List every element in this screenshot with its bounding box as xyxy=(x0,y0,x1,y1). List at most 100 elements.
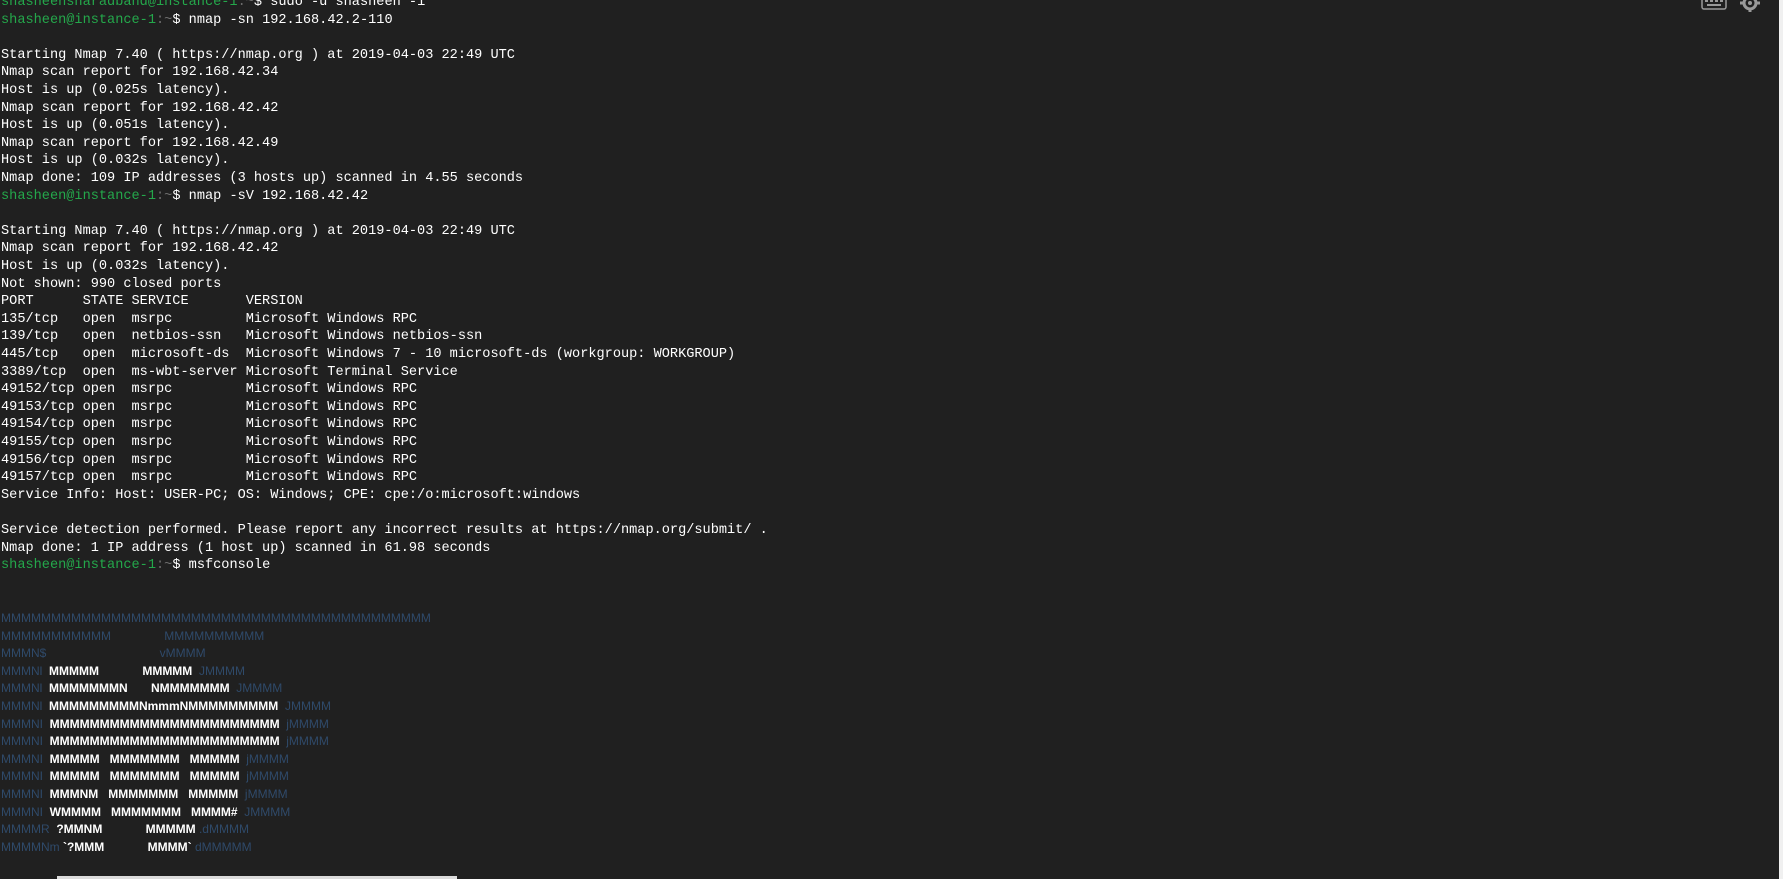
output-line: 139/tcp open netbios-ssn Microsoft Windo… xyxy=(1,329,483,345)
prompt-user-host: shasheen@instance-1 xyxy=(1,12,156,28)
banner-segment: dMMMMM xyxy=(191,839,252,854)
banner-segment: MMMMM MMMMM xyxy=(49,663,193,678)
output-line: 445/tcp open microsoft-ds Microsoft Wind… xyxy=(1,347,736,362)
banner-line: MMMN$ vMMMM xyxy=(1,645,206,663)
banner-line: MMMNl MMMMM MMMMM JMMMM xyxy=(1,663,245,681)
output-line: Nmap done: 109 IP addresses (3 hosts up)… xyxy=(1,171,524,186)
keyboard-icon[interactable] xyxy=(1701,0,1727,10)
banner-line: MMMMMMMMMMMMMMMMMMMMMMMMMMMMMMMMMMMMMMMM… xyxy=(1,610,431,628)
banner-line: MMMNI MMMMM MMMMMMM MMMMM jMMMM xyxy=(1,751,289,769)
banner-segment: jMMMM xyxy=(279,734,329,749)
output-line: 135/tcp open msrpc Microsoft Windows RPC xyxy=(1,311,418,327)
output-line: PORT STATE SERVICE VERSION xyxy=(1,294,303,310)
banner-segment: .dMMMM xyxy=(195,822,249,837)
prompt-path: :~ xyxy=(156,558,173,574)
banner-line: MMMMNm `?MMM MMMM` dMMMMM xyxy=(1,839,252,857)
output-line: Host is up (0.051s latency). xyxy=(1,118,230,134)
output-line: Starting Nmap 7.40 ( https://nmap.org ) … xyxy=(1,47,515,63)
output-line: 49153/tcp open msrpc Microsoft Windows R… xyxy=(1,399,418,415)
banner-segment: MMMMMMMMMMMMMMMMMMMMMMM xyxy=(49,734,280,749)
banner-segment: MMMMMMMMMMMMMMMMMMMMMMM xyxy=(49,716,280,731)
banner-line: MMMMMMMMMMM MMMMMMMMMM xyxy=(1,628,264,646)
command-text: nmap -sn 192.168.42.2-110 xyxy=(188,12,393,28)
banner-segment: JMMMM xyxy=(278,699,331,713)
banner-segment: MMMMMMMMMMMMMMMMMMMMMMMMMMMMMMMMMMMMMMMM… xyxy=(1,611,431,625)
prompt-user-host: shasheensharadband@instance-1 xyxy=(1,0,238,10)
banner-segment: JMMMM xyxy=(192,663,245,678)
banner-line: MMMNI MMMMM MMMMMMM MMMMM jMMMM xyxy=(1,768,289,786)
banner-segment: MMMNl xyxy=(1,663,49,678)
banner-line: MMMNl MMMMMMMMMNmmmNMMMMMMMMM JMMMM xyxy=(1,698,331,716)
gear-icon[interactable] xyxy=(1739,0,1761,14)
banner-segment: MMMMMMMMMMM MMMMMMMMMM xyxy=(1,628,265,643)
banner-line: MMMNl MMMMMMMN NMMMMMMM JMMMM xyxy=(1,680,282,698)
output-line: 49157/tcp open msrpc Microsoft Windows R… xyxy=(1,470,418,486)
banner-segment: MMMNI xyxy=(1,804,50,819)
banner-segment: MMMMR xyxy=(1,822,57,837)
banner-segment: MMMMM MMMMMMM MMMMM xyxy=(49,769,240,784)
prompt-user-host: shasheen@instance-1 xyxy=(1,188,156,204)
banner-segment: `?MMM MMMM` xyxy=(62,839,192,854)
command-text: msfconsole xyxy=(188,558,271,574)
output-line: Host is up (0.025s latency). xyxy=(1,83,230,98)
banner-segment: MMMNM MMMMMMM MMMMM xyxy=(49,787,239,801)
vertical-scrollbar[interactable] xyxy=(1779,0,1783,879)
banner-segment: MMMNI xyxy=(1,734,50,749)
output-line: Nmap scan report for 192.168.42.34 xyxy=(1,65,279,81)
prompt-line: shasheen@instance-1:~$ nmap -sV 192.168.… xyxy=(1,188,368,206)
output-line: Host is up (0.032s latency). xyxy=(1,259,230,274)
output-line: 49155/tcp open msrpc Microsoft Windows R… xyxy=(1,435,418,450)
banner-line: MMMNI WMMMM MMMMMMM MMMM# JMMMM xyxy=(1,804,290,822)
banner-segment: MMMMNm xyxy=(1,839,63,854)
prompt-path: :~ xyxy=(237,0,254,10)
terminal-window[interactable]: shasheensharadband@instance-1:~$ sudo -u… xyxy=(0,0,1779,879)
banner-segment: WMMMM MMMMMMM MMMM# xyxy=(49,804,238,819)
output-line: Nmap done: 1 IP address (1 host up) scan… xyxy=(1,540,491,556)
banner-line: MMMNI MMMNM MMMMMMM MMMMM jMMMM xyxy=(1,786,288,804)
prompt-symbol: $ xyxy=(172,12,189,28)
banner-segment: MMMMM MMMMMMM MMMMM xyxy=(49,751,240,766)
output-line: Not shown: 990 closed ports xyxy=(1,276,222,292)
prompt-user-host: shasheen@instance-1 xyxy=(1,558,156,574)
banner-segment: jMMMM xyxy=(239,769,289,784)
banner-segment: MMMMMMMMMNmmmNMMMMMMMMM xyxy=(49,699,279,713)
output-line: 49154/tcp open msrpc Microsoft Windows R… xyxy=(1,417,418,433)
banner-segment: ?MMNM MMMMM xyxy=(56,822,196,837)
banner-segment: JMMMM xyxy=(229,681,283,696)
output-line: Starting Nmap 7.40 ( https://nmap.org ) … xyxy=(1,223,515,239)
banner-segment: MMMNl xyxy=(1,681,49,696)
banner-segment: jMMMM xyxy=(279,716,329,731)
output-line: 49156/tcp open msrpc Microsoft Windows R… xyxy=(1,452,418,468)
output-line: 3389/tcp open ms-wbt-server Microsoft Te… xyxy=(1,364,458,380)
output-line: Nmap scan report for 192.168.42.42 xyxy=(1,241,279,257)
banner-line: MMMNI MMMMMMMMMMMMMMMMMMMMMMM jMMMM xyxy=(1,733,329,751)
output-line: Nmap scan report for 192.168.42.49 xyxy=(1,135,279,151)
banner-segment: MMMNI xyxy=(1,769,50,784)
output-line: 49152/tcp open msrpc Microsoft Windows R… xyxy=(1,382,418,398)
banner-segment: MMMMMMMN NMMMMMMM xyxy=(49,681,230,696)
banner-segment: MMMNI xyxy=(1,751,50,766)
prompt-symbol: $ xyxy=(172,188,189,204)
banner-segment: JMMMM xyxy=(237,804,291,819)
command-text: sudo -u shasheen -i xyxy=(270,0,426,10)
output-line: Nmap scan report for 192.168.42.42 xyxy=(1,100,279,116)
output-line: Service Info: Host: USER-PC; OS: Windows… xyxy=(1,487,581,503)
prompt-line: shasheensharadband@instance-1:~$ sudo -u… xyxy=(1,0,425,12)
prompt-path: :~ xyxy=(156,188,173,204)
banner-segment: MMMN$ vMMMM xyxy=(1,646,206,661)
command-text: nmap -sV 192.168.42.42 xyxy=(188,188,369,204)
prompt-line: shasheen@instance-1:~$ msfconsole xyxy=(1,557,270,575)
prompt-path: :~ xyxy=(156,12,173,28)
prompt-symbol: $ xyxy=(253,0,271,10)
banner-segment: MMMNI xyxy=(1,716,50,731)
prompt-line: shasheen@instance-1:~$ nmap -sn 192.168.… xyxy=(1,12,393,30)
prompt-symbol: $ xyxy=(172,558,189,574)
banner-segment: MMMNl xyxy=(1,699,49,713)
banner-segment: jMMMM xyxy=(239,751,289,766)
banner-line: MMMNI MMMMMMMMMMMMMMMMMMMMMMM jMMMM xyxy=(1,716,329,734)
output-line: Host is up (0.032s latency). xyxy=(1,153,230,169)
output-line: Service detection performed. Please repo… xyxy=(1,523,768,538)
banner-line: MMMMR ?MMNM MMMMM .dMMMM xyxy=(1,821,249,839)
banner-segment: jMMMM xyxy=(238,787,288,801)
banner-segment: MMMNI xyxy=(1,787,50,801)
